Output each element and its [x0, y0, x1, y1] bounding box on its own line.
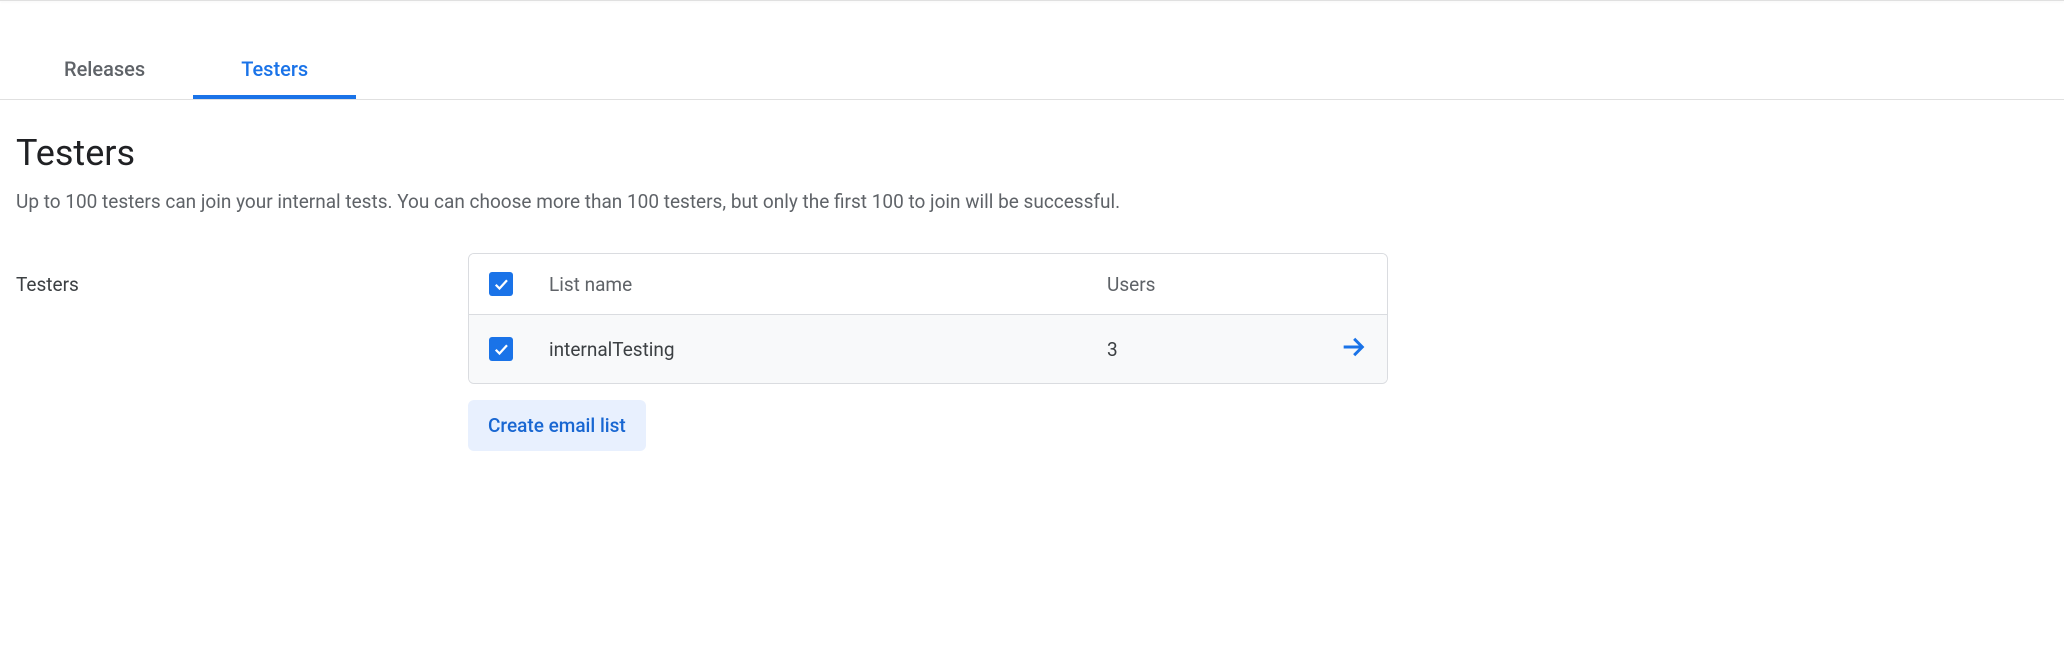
header-checkbox-cell	[489, 272, 549, 296]
row-checkbox[interactable]	[489, 337, 513, 361]
select-all-checkbox[interactable]	[489, 272, 513, 296]
tab-testers[interactable]: Testers	[193, 41, 356, 99]
header-users: Users	[1107, 273, 1307, 296]
testers-section: Testers List name Users	[16, 253, 2048, 451]
page-description: Up to 100 testers can join your internal…	[16, 190, 2048, 213]
table-header: List name Users	[469, 254, 1387, 315]
check-icon	[492, 340, 510, 358]
create-email-list-button[interactable]: Create email list	[468, 400, 646, 451]
check-icon	[492, 275, 510, 293]
arrow-right-icon[interactable]	[1339, 333, 1367, 365]
section-label: Testers	[16, 253, 436, 296]
page-title: Testers	[16, 132, 2048, 174]
section-body: List name Users internalTesting 3	[468, 253, 1388, 451]
content: Testers Up to 100 testers can join your …	[0, 100, 2064, 483]
row-users: 3	[1107, 338, 1307, 361]
header-list-name: List name	[549, 273, 1107, 296]
top-divider	[0, 0, 2064, 1]
table-row[interactable]: internalTesting 3	[469, 315, 1387, 383]
row-list-name: internalTesting	[549, 338, 1107, 361]
row-arrow-cell	[1307, 333, 1367, 365]
tab-releases[interactable]: Releases	[16, 41, 193, 99]
tabs: Releases Testers	[0, 41, 2064, 100]
row-checkbox-cell	[489, 337, 549, 361]
testers-table: List name Users internalTesting 3	[468, 253, 1388, 384]
